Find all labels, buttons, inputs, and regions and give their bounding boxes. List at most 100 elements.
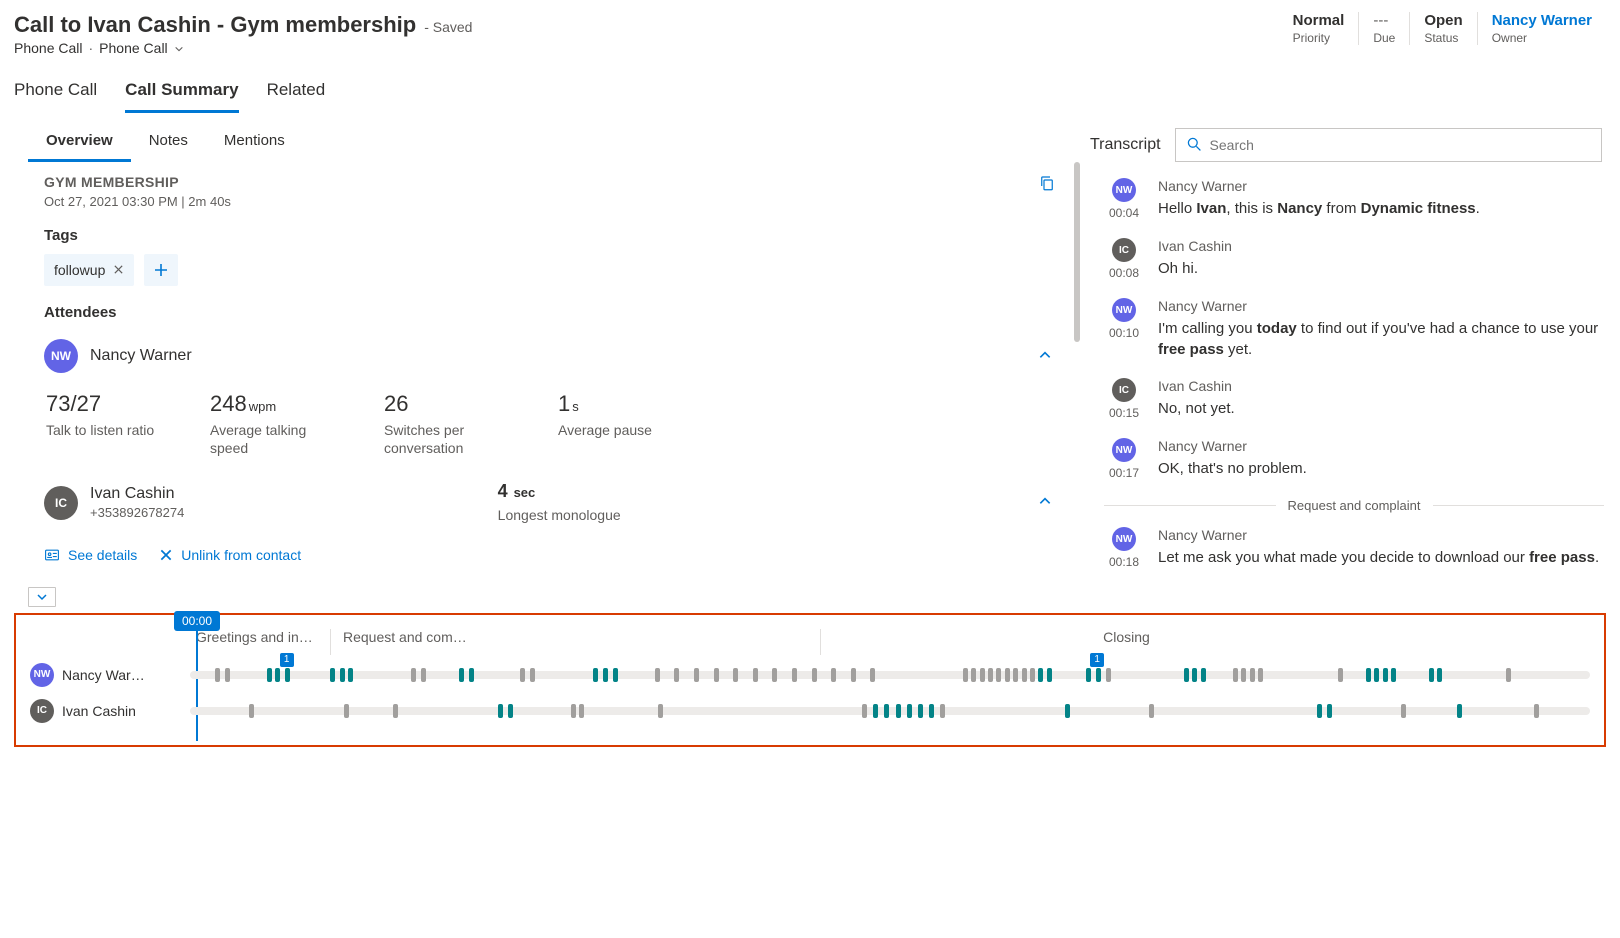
search-input[interactable]: [1210, 137, 1591, 153]
record-subtitle[interactable]: Phone Call · Phone Call: [14, 40, 472, 56]
transcript-item[interactable]: NW00:10Nancy WarnerI'm calling you today…: [1104, 298, 1604, 360]
entity-type: Phone Call: [14, 40, 83, 56]
expand-toggle[interactable]: [28, 587, 56, 607]
timeline-tick: [421, 668, 426, 682]
timeline-tick: [215, 668, 220, 682]
close-icon[interactable]: [113, 262, 124, 278]
timeline-tick: [884, 704, 889, 718]
see-details-link[interactable]: See details: [44, 547, 137, 563]
attendee-name: Ivan Cashin: [90, 485, 184, 503]
timeline-tick: [330, 668, 335, 682]
chevron-up-icon[interactable]: [1034, 490, 1056, 515]
transcript-item[interactable]: NW00:04Nancy WarnerHello Ivan, this is N…: [1104, 178, 1604, 220]
timeline-tick: [714, 668, 719, 682]
metrics-row: 73/27 Talk to listen ratio 248wpm Averag…: [44, 391, 1056, 457]
timeline-tick: [593, 668, 598, 682]
timeline-track[interactable]: [190, 707, 1590, 715]
avatar: NW: [1112, 527, 1136, 551]
timeline-tick: [1258, 668, 1263, 682]
avatar: NW: [30, 663, 54, 687]
transcript-item[interactable]: NW00:18Nancy WarnerLet me ask you what m…: [1104, 527, 1604, 569]
transcript-time: 00:08: [1109, 266, 1139, 280]
avatar: IC: [30, 699, 54, 723]
timeline-tick: [1383, 668, 1388, 682]
timeline-track-row: NWNancy War… 11: [30, 663, 1590, 687]
transcript-text: No, not yet.: [1158, 398, 1604, 419]
owner-label: Owner: [1492, 31, 1592, 45]
sub-tabs: Overview Notes Mentions: [14, 114, 1086, 162]
timeline-tick: [658, 704, 663, 718]
timeline-tick: [613, 668, 618, 682]
timeline-tick: [1327, 704, 1332, 718]
due-cell[interactable]: --- Due: [1358, 12, 1409, 45]
avatar: NW: [44, 339, 78, 373]
timeline-track[interactable]: 11: [190, 671, 1590, 679]
transcript-item[interactable]: NW00:17Nancy WarnerOK, that's no problem…: [1104, 438, 1604, 480]
tags-heading: Tags: [44, 227, 1056, 244]
tab-call-summary[interactable]: Call Summary: [125, 74, 238, 113]
timeline-badge[interactable]: 1: [1090, 653, 1104, 667]
priority-cell[interactable]: Normal Priority: [1279, 12, 1359, 45]
chevron-down-icon[interactable]: [174, 43, 184, 53]
timeline-badge[interactable]: 1: [280, 653, 294, 667]
overview-pane: Overview Notes Mentions GYM MEMBERSHIP O…: [14, 114, 1086, 607]
owner-value: Nancy Warner: [1492, 12, 1592, 29]
attendee-ivan: IC Ivan Cashin +353892678274 4 sec Longe…: [44, 481, 1056, 524]
transcript-item[interactable]: IC00:08Ivan CashinOh hi.: [1104, 238, 1604, 280]
status-cell[interactable]: Open Status: [1409, 12, 1476, 45]
chevron-up-icon[interactable]: [1034, 344, 1056, 369]
subtab-notes[interactable]: Notes: [131, 124, 206, 162]
timeline-tick: [1047, 668, 1052, 682]
timeline-tick: [655, 668, 660, 682]
transcript-speaker: Nancy Warner: [1158, 527, 1604, 543]
timeline-tick: [812, 668, 817, 682]
page-header: Call to Ivan Cashin - Gym membership - S…: [0, 0, 1620, 64]
timeline-tick: [285, 668, 290, 682]
copy-icon[interactable]: [1038, 174, 1056, 195]
subtab-mentions[interactable]: Mentions: [206, 124, 303, 162]
transcript-item[interactable]: IC00:15Ivan CashinNo, not yet.: [1104, 378, 1604, 420]
subtab-overview[interactable]: Overview: [28, 124, 131, 162]
timeline-track-label: NWNancy War…: [30, 663, 180, 687]
timeline-tick: [1534, 704, 1539, 718]
metric-talk-listen: 73/27 Talk to listen ratio: [46, 391, 166, 457]
timeline-tick: [996, 668, 1001, 682]
transcript-speaker: Nancy Warner: [1158, 438, 1604, 454]
timeline-tick: [267, 668, 272, 682]
timeline-track-row: ICIvan Cashin: [30, 699, 1590, 723]
tag-followup[interactable]: followup: [44, 254, 134, 286]
timeline-tick: [1038, 668, 1043, 682]
unlink-contact-link[interactable]: Unlink from contact: [159, 547, 301, 563]
transcript-speaker: Nancy Warner: [1158, 178, 1604, 194]
add-tag-button[interactable]: [144, 254, 178, 286]
timeline-tick: [459, 668, 464, 682]
attendee-phone: +353892678274: [90, 505, 184, 520]
tab-phone-call[interactable]: Phone Call: [14, 74, 97, 113]
timeline-tick: [1338, 668, 1343, 682]
timeline-tick: [1005, 668, 1010, 682]
timeline-tick: [862, 704, 867, 718]
timeline-tick: [1506, 668, 1511, 682]
timeline-segment: Closing: [820, 629, 1420, 655]
timeline-tick: [792, 668, 797, 682]
saved-indicator: - Saved: [424, 19, 472, 35]
timeline-tick: [508, 704, 513, 718]
timeline-tick: [1317, 704, 1322, 718]
scrollbar[interactable]: [1074, 162, 1080, 342]
search-box[interactable]: [1175, 128, 1602, 162]
timeline-tick: [873, 704, 878, 718]
owner-cell[interactable]: Nancy Warner Owner: [1477, 12, 1606, 45]
avatar: NW: [1112, 178, 1136, 202]
timeline-tick: [1013, 668, 1018, 682]
attendees-heading: Attendees: [44, 304, 1056, 321]
body-area: Overview Notes Mentions GYM MEMBERSHIP O…: [0, 114, 1620, 607]
timeline-tick: [225, 668, 230, 682]
separator: ·: [89, 40, 94, 56]
priority-value: Normal: [1293, 12, 1345, 29]
timeline-tick: [963, 668, 968, 682]
timeline-tick: [831, 668, 836, 682]
timeline-tick: [929, 704, 934, 718]
tab-related[interactable]: Related: [267, 74, 326, 113]
timeline-panel: 00:00 Greetings and in…Request and com…C…: [14, 613, 1606, 747]
timeline-segment: Request and com…: [330, 629, 820, 655]
